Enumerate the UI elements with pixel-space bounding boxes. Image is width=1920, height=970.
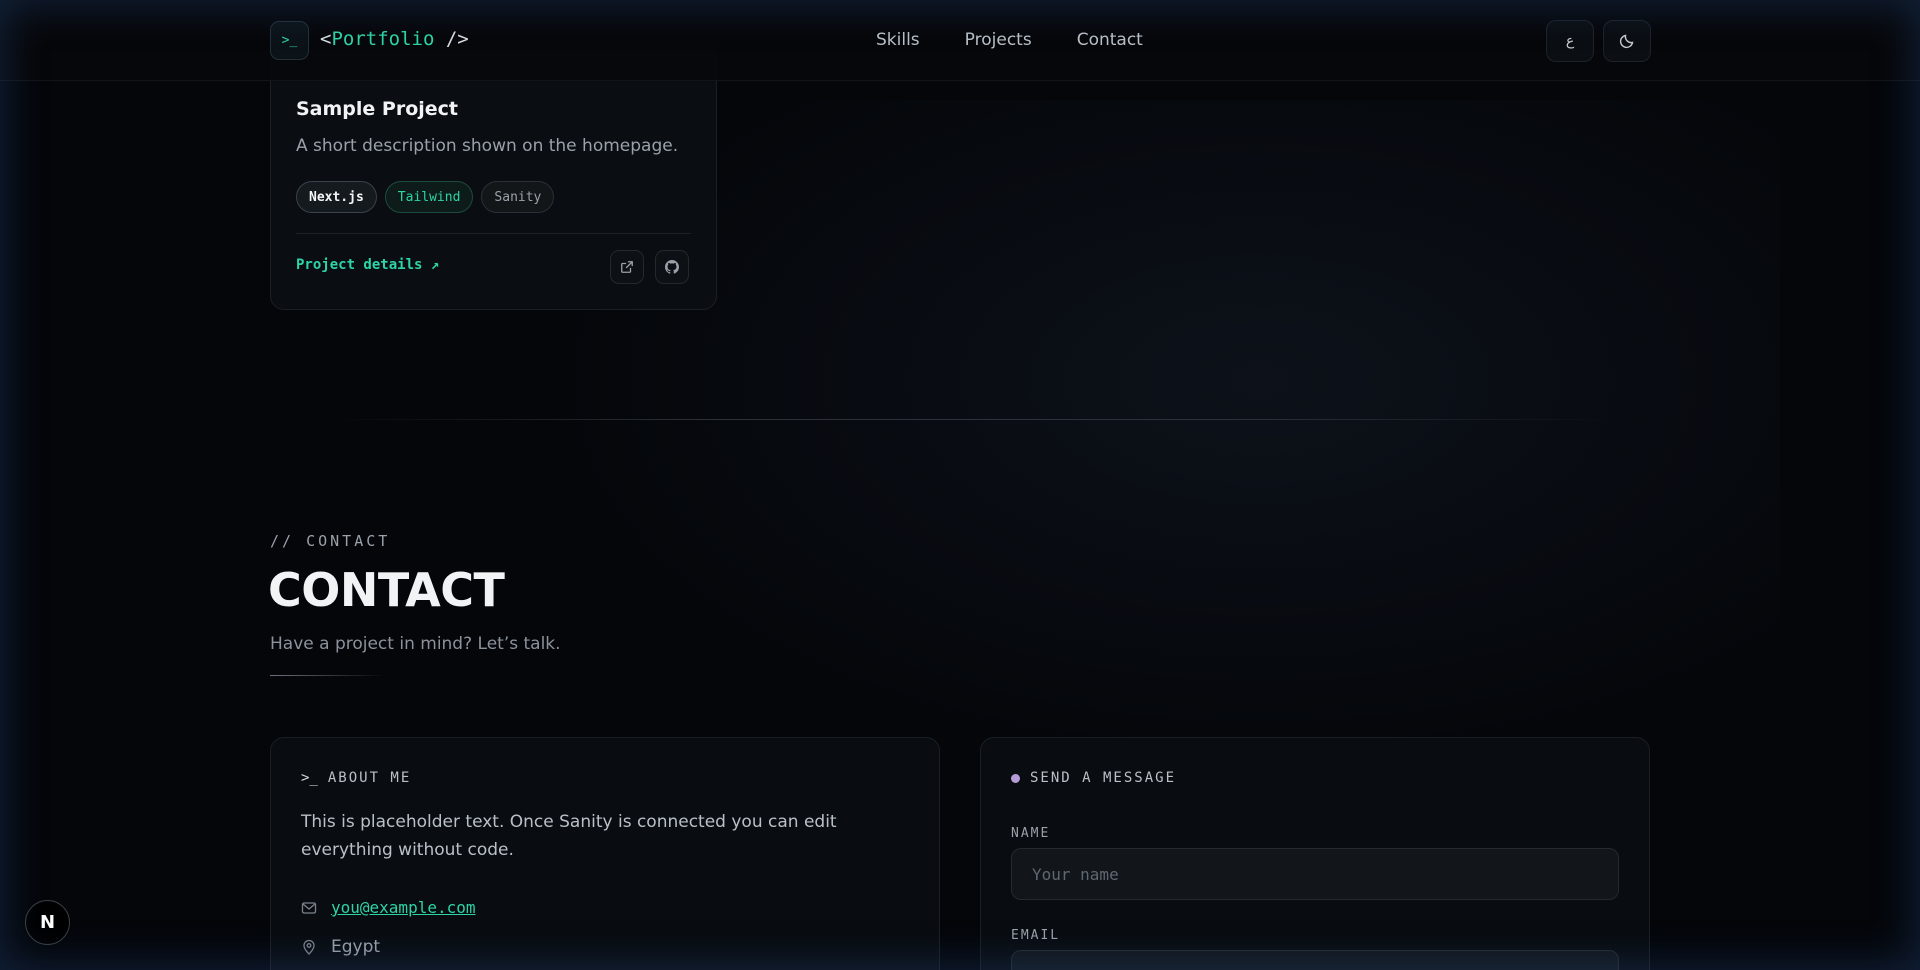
- project-details-link[interactable]: Project details ↗: [296, 257, 439, 273]
- section-subtitle: Have a project in mind? Let’s talk.: [270, 634, 561, 654]
- project-tags: Next.js Tailwind Sanity: [296, 181, 555, 213]
- logo-name: Portfolio: [331, 28, 435, 50]
- nav-link-projects[interactable]: Projects: [965, 30, 1032, 50]
- form-label-text: SEND A MESSAGE: [1030, 770, 1177, 786]
- email-row: you@example.com: [301, 898, 476, 917]
- moon-icon: [1619, 34, 1634, 49]
- nav-link-skills[interactable]: Skills: [876, 30, 920, 50]
- email-link[interactable]: you@example.com: [331, 898, 476, 917]
- email-label: EMAIL: [1011, 928, 1061, 943]
- tag-nextjs: Next.js: [296, 181, 377, 213]
- name-input[interactable]: [1011, 848, 1619, 900]
- logo-open: <: [320, 28, 332, 50]
- about-panel: >_ ABOUT ME This is placeholder text. On…: [270, 737, 940, 970]
- map-pin-icon: [301, 939, 317, 955]
- site-logo[interactable]: <Portfolio />: [320, 28, 469, 50]
- project-description: A short description shown on the homepag…: [296, 136, 679, 156]
- external-link-button[interactable]: [610, 250, 644, 284]
- name-label: NAME: [1011, 826, 1051, 841]
- external-link-icon: [621, 261, 633, 273]
- nav-links: Skills Projects Contact: [876, 30, 1143, 50]
- language-toggle-button[interactable]: ع: [1546, 20, 1594, 62]
- github-button[interactable]: [655, 250, 689, 284]
- about-text: This is placeholder text. Once Sanity is…: [301, 812, 837, 860]
- theme-toggle-button[interactable]: [1603, 20, 1651, 62]
- about-label: >_ ABOUT ME: [301, 770, 411, 786]
- card-divider: [296, 233, 691, 234]
- terminal-logo-icon[interactable]: >_: [270, 21, 309, 60]
- nextjs-dev-badge[interactable]: N: [25, 900, 70, 945]
- location-text: Egypt: [331, 937, 381, 957]
- tag-sanity: Sanity: [481, 181, 555, 213]
- top-navbar: >_ <Portfolio /> Skills Projects Contact…: [0, 0, 1920, 81]
- location-row: Egypt: [301, 937, 380, 957]
- section-eyebrow: // CONTACT: [270, 532, 391, 550]
- email-input[interactable]: [1011, 950, 1619, 970]
- section-heading: CONTACT: [268, 563, 505, 617]
- nav-link-contact[interactable]: Contact: [1077, 30, 1143, 50]
- terminal-prompt-icon: >_: [301, 770, 318, 786]
- mail-icon: [301, 900, 317, 916]
- tag-tailwind: Tailwind: [384, 181, 474, 213]
- status-dot-icon: [1011, 773, 1020, 783]
- section-divider: [330, 419, 1620, 420]
- about-label-text: ABOUT ME: [327, 770, 412, 786]
- github-icon: [665, 260, 679, 274]
- project-title: Sample Project: [296, 98, 459, 120]
- contact-form-panel: SEND A MESSAGE NAME EMAIL: [980, 737, 1650, 970]
- form-label: SEND A MESSAGE: [1011, 770, 1176, 786]
- heading-underline: [270, 675, 385, 676]
- logo-close: />: [434, 28, 469, 50]
